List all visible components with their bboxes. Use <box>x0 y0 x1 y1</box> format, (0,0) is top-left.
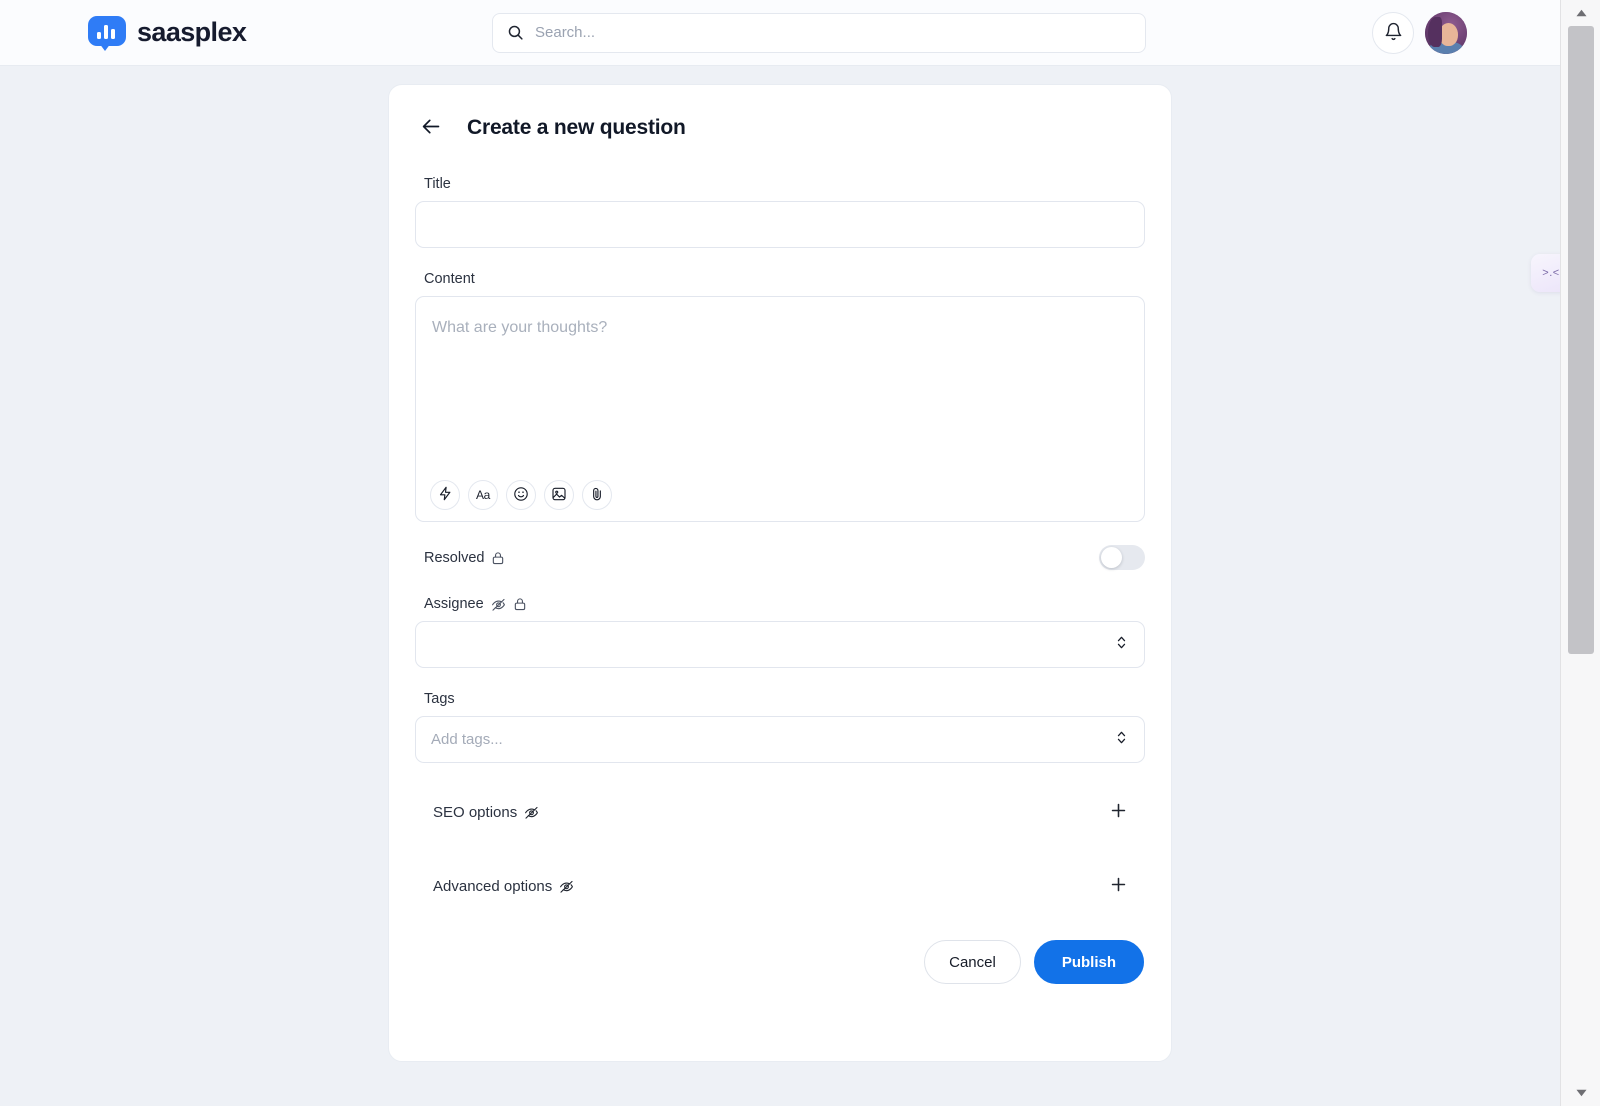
emoji-icon <box>513 486 529 505</box>
content-label: Content <box>424 271 475 287</box>
attach-file-button[interactable] <box>582 480 612 510</box>
scroll-down-arrow[interactable] <box>1561 1080 1600 1106</box>
assignee-select-wrap <box>415 621 1145 668</box>
lightning-bolt-icon <box>438 486 453 504</box>
tags-select[interactable]: Add tags... <box>415 716 1145 763</box>
tags-select-wrap: Add tags... <box>415 716 1145 763</box>
tags-field-group: Tags Add tags... <box>415 691 1145 763</box>
eye-off-icon <box>524 805 539 820</box>
notifications-button[interactable] <box>1372 11 1414 54</box>
advanced-options-expander[interactable]: Advanced options <box>415 860 1145 912</box>
resolved-toggle[interactable] <box>1099 545 1145 570</box>
create-question-card: Create a new question Title Content What… <box>388 84 1172 1062</box>
content-editor: Aa <box>415 296 1145 522</box>
cancel-button[interactable]: Cancel <box>924 940 1021 984</box>
advanced-options-label-group: Advanced options <box>433 878 574 895</box>
scrollbar-thumb[interactable] <box>1568 26 1594 654</box>
title-field-group: Title <box>415 176 1145 248</box>
assignee-select[interactable] <box>415 621 1145 668</box>
feedback-tab[interactable]: >.< <box>1531 254 1560 292</box>
insert-image-button[interactable] <box>544 480 574 510</box>
top-navigation-bar: saasplex <box>0 0 1560 66</box>
tags-placeholder: Add tags... <box>431 731 503 748</box>
content-field-group: Content What are your thoughts? Aa <box>415 271 1145 522</box>
bar-chart-bubble-logo-icon <box>88 15 126 51</box>
page-title: Create a new question <box>467 116 686 139</box>
insert-emoji-button[interactable] <box>506 480 536 510</box>
brand-logo[interactable]: saasplex <box>88 15 247 51</box>
publish-button[interactable]: Publish <box>1033 940 1144 984</box>
seo-options-label: SEO options <box>433 803 518 821</box>
brand-name: saasplex <box>137 17 247 47</box>
text-format-icon: Aa <box>475 488 491 502</box>
resolved-label: Resolved <box>424 549 485 566</box>
advanced-options-label: Advanced options <box>433 877 553 895</box>
advanced-options-expand-button[interactable] <box>1105 873 1131 899</box>
content-textarea[interactable] <box>429 309 1131 480</box>
arrow-left-icon <box>421 116 442 140</box>
search-container <box>492 12 1146 53</box>
scroll-up-arrow[interactable] <box>1561 0 1600 26</box>
resolved-label-group: Resolved <box>424 550 505 566</box>
lock-icon <box>513 597 527 611</box>
assignee-field-group: Assignee <box>415 596 1145 668</box>
quick-actions-button[interactable] <box>430 480 460 510</box>
search-icon <box>507 24 524 41</box>
plus-icon <box>1109 801 1128 823</box>
title-input[interactable] <box>415 201 1145 248</box>
seo-options-expander[interactable]: SEO options <box>415 786 1145 838</box>
main-content: Create a new question Title Content What… <box>0 66 1560 1106</box>
app-page: saasplex Search... Create a new question… <box>0 0 1560 1106</box>
title-label: Title <box>424 176 451 192</box>
eye-off-icon <box>559 879 574 894</box>
bell-icon <box>1384 22 1403 44</box>
resolved-row: Resolved <box>415 545 1145 570</box>
assignee-label-group: Assignee <box>415 596 1145 612</box>
toggle-knob <box>1101 547 1122 568</box>
browser-scrollbar[interactable] <box>1560 0 1600 1106</box>
lock-icon <box>491 551 505 565</box>
plus-icon <box>1109 875 1128 897</box>
search-input[interactable] <box>535 24 1131 41</box>
card-footer: Cancel Publish <box>415 940 1145 984</box>
card-header: Create a new question <box>415 115 1145 141</box>
text-format-button[interactable]: Aa <box>468 480 498 510</box>
browser-viewport: saasplex Search... Create a new question… <box>0 0 1600 1106</box>
assignee-label: Assignee <box>424 596 484 612</box>
back-button[interactable] <box>418 115 444 141</box>
scrollbar-track[interactable] <box>1561 654 1600 1080</box>
editor-toolbar: Aa <box>429 480 1131 510</box>
seo-options-label-group: SEO options <box>433 804 539 821</box>
avatar[interactable] <box>1425 11 1467 54</box>
tags-label: Tags <box>424 691 455 707</box>
eye-off-icon <box>491 597 506 612</box>
paperclip-icon <box>589 486 605 505</box>
image-icon <box>551 486 567 505</box>
search-box[interactable] <box>492 12 1146 53</box>
seo-options-expand-button[interactable] <box>1105 799 1131 825</box>
topbar-actions <box>1372 11 1467 54</box>
